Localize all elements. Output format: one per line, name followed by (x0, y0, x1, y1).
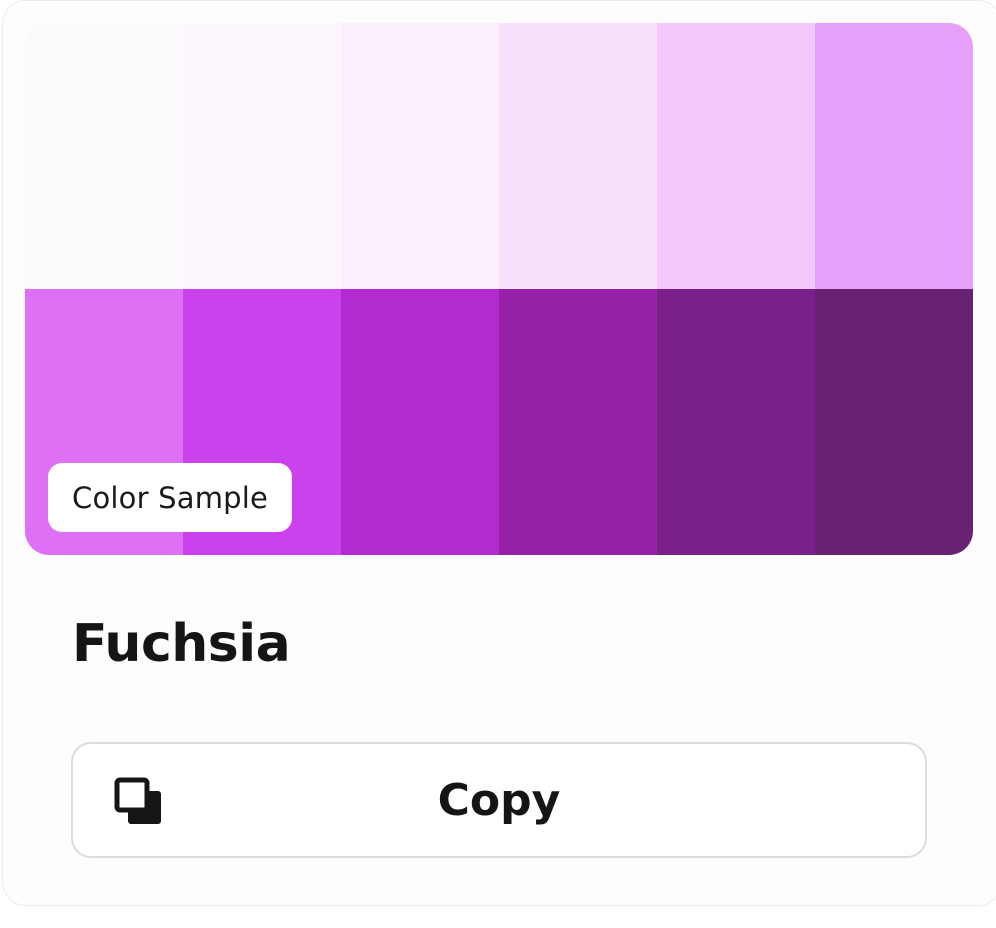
swatch-2 (183, 23, 341, 289)
swatch-6 (815, 23, 973, 289)
copy-button-label: Copy (437, 774, 561, 826)
swatch-3 (341, 23, 499, 289)
swatch-1 (25, 23, 183, 289)
swatch-4 (499, 23, 657, 289)
swatch-11 (657, 289, 815, 555)
swatch-5 (657, 23, 815, 289)
color-name-title: Fuchsia (72, 614, 291, 674)
swatch-10 (499, 289, 657, 555)
color-sample-badge: Color Sample (48, 463, 293, 532)
swatch-12 (815, 289, 973, 555)
copy-icon (114, 777, 161, 824)
copy-button[interactable]: Copy (71, 742, 927, 858)
swatch-9 (341, 289, 499, 555)
